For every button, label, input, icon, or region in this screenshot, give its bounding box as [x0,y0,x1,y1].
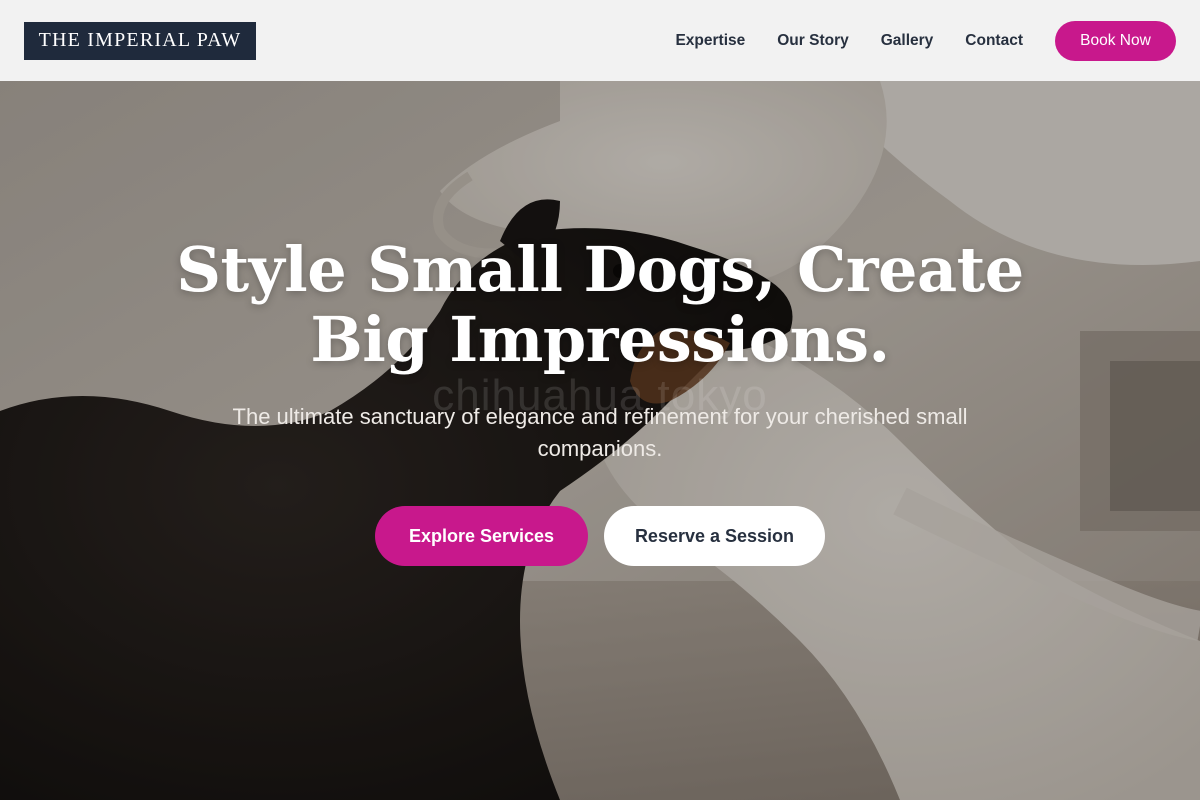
explore-services-button[interactable]: Explore Services [375,506,588,566]
hero-subtitle: The ultimate sanctuary of elegance and r… [232,404,968,461]
book-now-button[interactable]: Book Now [1055,20,1176,61]
nav-link-gallery[interactable]: Gallery [881,32,934,50]
nav-link-contact[interactable]: Contact [965,32,1023,50]
site-header: THE IMPERIAL PAW Expertise Our Story Gal… [0,0,1200,81]
logo[interactable]: THE IMPERIAL PAW [24,21,256,60]
nav-link-expertise[interactable]: Expertise [675,32,745,50]
main-nav: Expertise Our Story Gallery Contact Book… [675,20,1176,61]
hero-title: Style Small Dogs, Create Big Impressions… [176,233,1024,376]
hero-content: Style Small Dogs, Create Big Impressions… [0,81,1200,800]
hero-section: chihuahua tokyo Style Small Dogs, Create… [0,81,1200,800]
nav-link-our-story[interactable]: Our Story [777,32,848,50]
reserve-session-button[interactable]: Reserve a Session [604,506,825,566]
hero-actions: Explore Services Reserve a Session [0,506,1200,566]
